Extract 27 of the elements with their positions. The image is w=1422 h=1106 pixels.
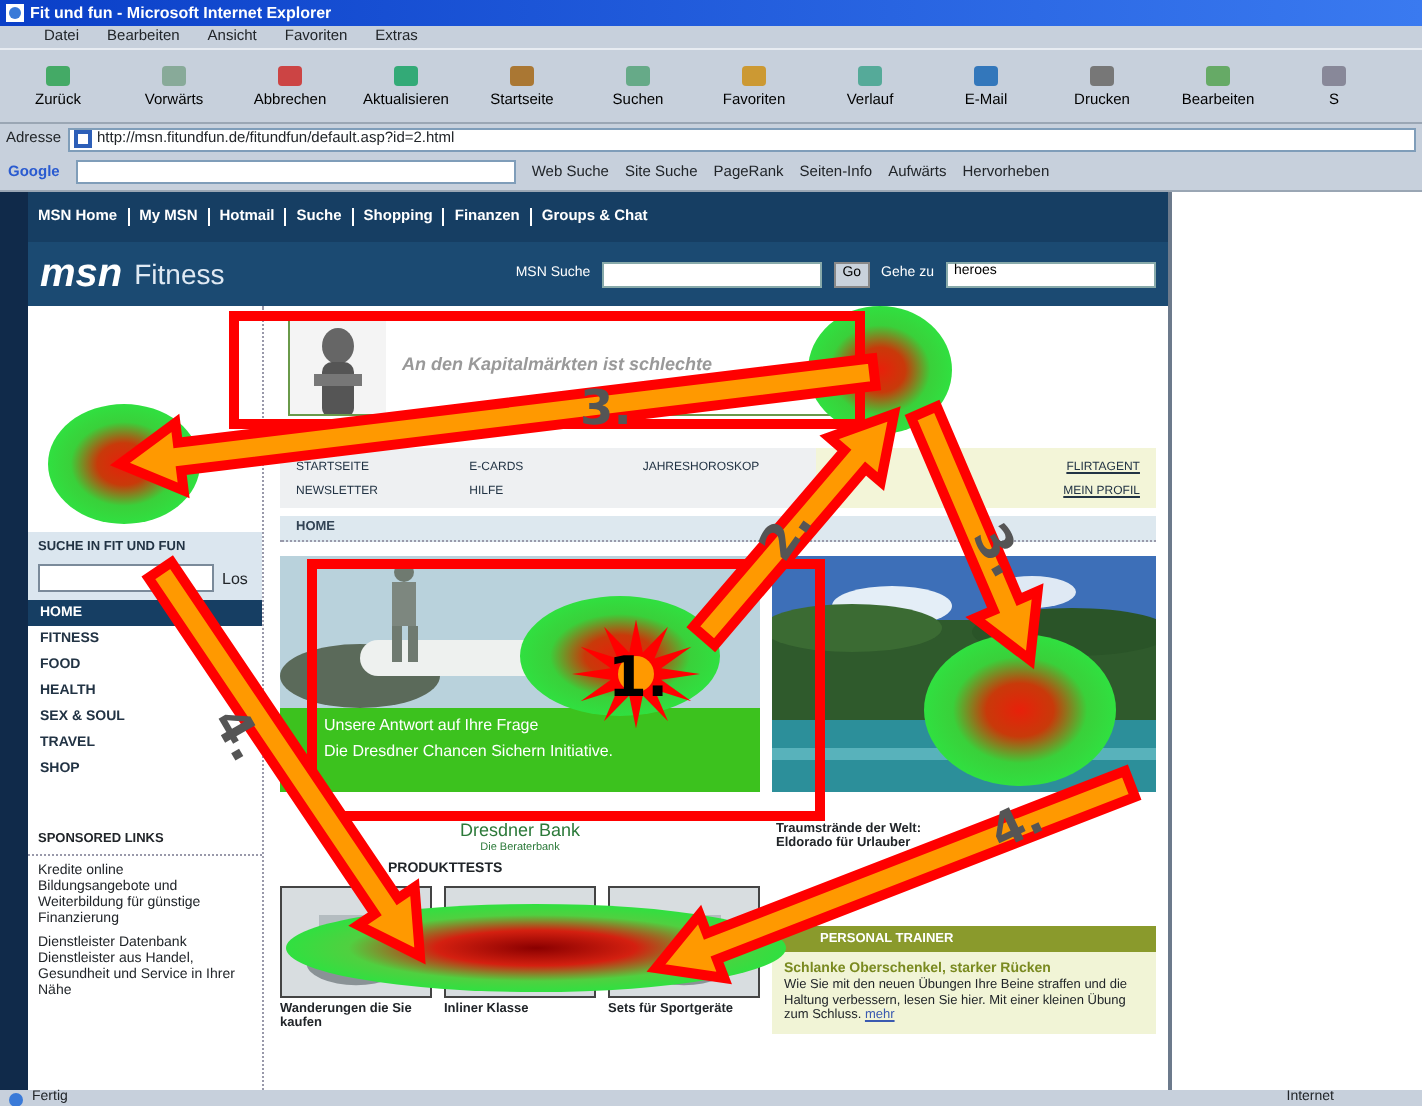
go-link[interactable]: Los	[222, 569, 248, 589]
step-number: 4.	[981, 788, 1052, 861]
toolbar-icon	[276, 63, 304, 88]
search-field[interactable]	[602, 261, 823, 287]
toolbar-icon	[1320, 63, 1348, 88]
toolbar-icon	[1204, 63, 1232, 88]
section-title: Fitness	[134, 257, 225, 291]
ad-text: Die Dresdner Chancen Sichern Initiative.	[324, 742, 616, 761]
brand-logo: msn	[40, 251, 123, 297]
toolbar-icon	[972, 63, 1000, 88]
window-title: Fit und fun - Microsoft Internet Explorer	[30, 3, 332, 23]
toolbar-icon	[508, 63, 536, 88]
bank-logo: Dresdner Bank	[459, 820, 581, 842]
step-number: 3.	[961, 514, 1036, 587]
step-number: 4.	[201, 698, 276, 771]
toolbar-icon	[392, 63, 420, 88]
search-field[interactable]	[75, 160, 516, 184]
ad-text: Unsere Antwort auf Ihre Frage	[324, 716, 541, 735]
toolbar-icon	[1088, 63, 1116, 88]
toolbar-icon	[856, 63, 884, 88]
page-icon	[8, 1091, 24, 1106]
toolbar-icon	[160, 63, 188, 88]
browser-icon	[6, 4, 24, 22]
toolbar-icon	[624, 63, 652, 88]
toolbar-icon	[740, 63, 768, 88]
toolbar-icon	[44, 63, 72, 88]
page-icon	[73, 130, 92, 148]
